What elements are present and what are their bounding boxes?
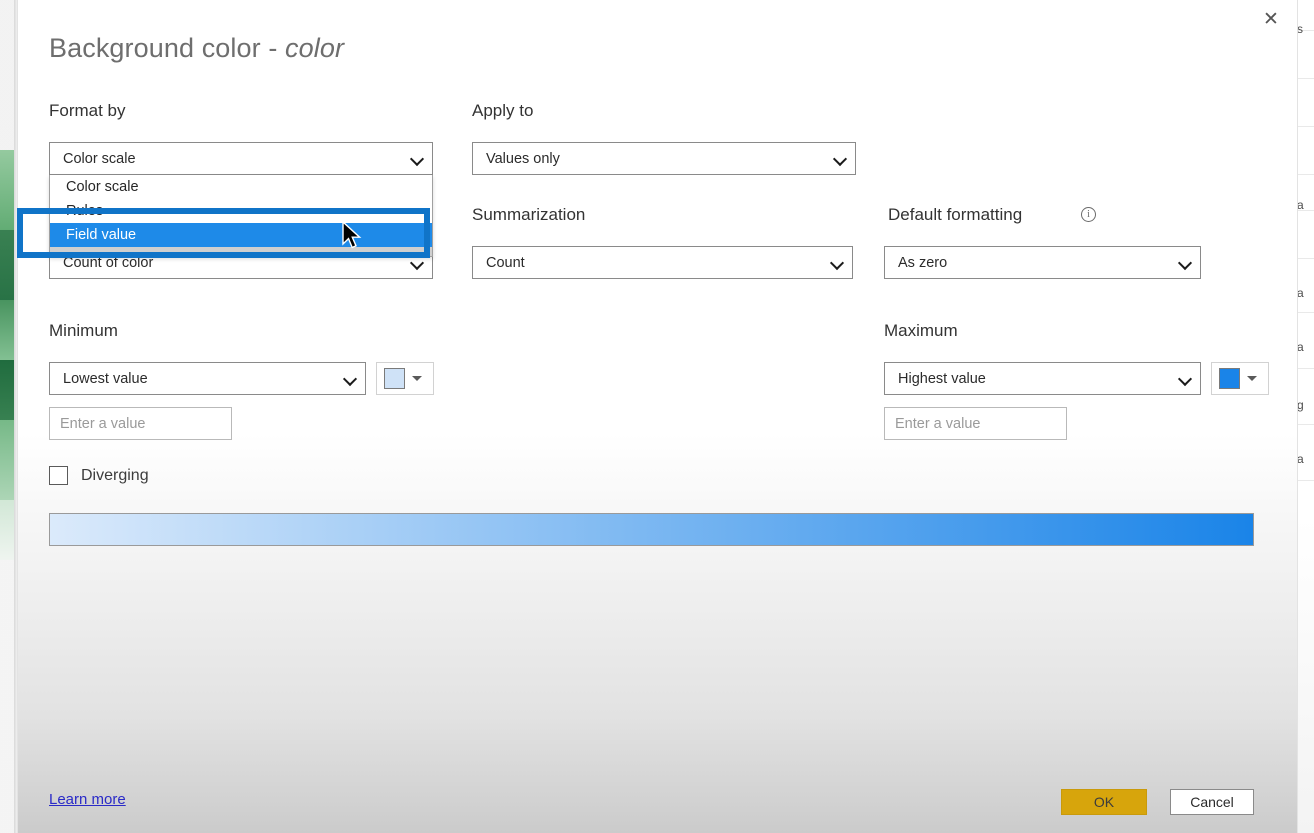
format-by-dropdown-list[interactable]: Color scale Rules Field value: [49, 175, 433, 257]
chevron-down-icon: [1179, 373, 1191, 385]
maximum-label: Maximum: [884, 321, 958, 340]
format-by-select-value: Color scale: [63, 150, 136, 167]
minimum-color-picker[interactable]: [376, 362, 434, 395]
page-title: Background color - color: [49, 33, 344, 64]
chevron-down-icon: [411, 153, 423, 165]
minimum-value-input[interactable]: [49, 407, 232, 440]
chevron-down-icon: [344, 373, 356, 385]
chevron-down-icon: [831, 257, 843, 269]
background-text-fragment: a: [1297, 286, 1304, 300]
dialog-title-text: Background color -: [49, 33, 286, 63]
background-text-fragment: g: [1297, 398, 1304, 412]
background-color-dialog: ✕ Background color - color Format by Col…: [17, 0, 1298, 833]
chevron-down-icon: [412, 376, 422, 381]
checkbox-box-icon: [49, 466, 68, 485]
background-green-visual: [0, 0, 14, 833]
apply-to-select-value: Values only: [486, 150, 560, 167]
background-text-fragment: a: [1297, 198, 1304, 212]
chevron-down-icon: [1247, 376, 1257, 381]
default-formatting-label: Default formatting: [888, 205, 1023, 224]
background-text-fragment: a: [1297, 452, 1304, 466]
chevron-down-icon: [834, 153, 846, 165]
maximum-select-value: Highest value: [898, 370, 986, 387]
chevron-down-icon: [411, 257, 423, 269]
background-text-fragment: a: [1297, 340, 1304, 354]
minimum-select[interactable]: Lowest value: [49, 362, 366, 395]
color-gradient-preview: [49, 513, 1254, 546]
diverging-checkbox[interactable]: Diverging: [49, 466, 149, 485]
cancel-button[interactable]: Cancel: [1170, 789, 1254, 815]
maximum-color-picker[interactable]: [1211, 362, 1269, 395]
minimum-color-swatch: [384, 368, 405, 389]
maximum-select[interactable]: Highest value: [884, 362, 1201, 395]
learn-more-link[interactable]: Learn more: [49, 791, 126, 808]
dropdown-scrollbar[interactable]: [50, 247, 432, 256]
dropdown-option-rules[interactable]: Rules: [50, 199, 432, 223]
minimum-select-value: Lowest value: [63, 370, 148, 387]
maximum-value-input[interactable]: [884, 407, 1067, 440]
close-icon[interactable]: ✕: [1253, 2, 1289, 36]
diverging-label: Diverging: [81, 466, 149, 484]
apply-to-label: Apply to: [472, 101, 534, 120]
default-formatting-select[interactable]: As zero: [884, 246, 1201, 279]
ok-button[interactable]: OK: [1061, 789, 1147, 815]
dialog-title-field: color: [285, 33, 345, 63]
summarization-select-value: Count: [486, 254, 525, 271]
format-by-label: Format by: [49, 101, 126, 120]
chevron-down-icon: [1179, 257, 1191, 269]
format-by-select[interactable]: Color scale: [49, 142, 433, 175]
summarization-label: Summarization: [472, 205, 586, 224]
apply-to-select[interactable]: Values only: [472, 142, 856, 175]
summarization-select[interactable]: Count: [472, 246, 853, 279]
minimum-label: Minimum: [49, 321, 118, 340]
dropdown-option-field-value[interactable]: Field value: [50, 223, 432, 247]
dropdown-option-color-scale[interactable]: Color scale: [50, 175, 432, 199]
maximum-color-swatch: [1219, 368, 1240, 389]
default-formatting-select-value: As zero: [898, 254, 948, 271]
info-icon[interactable]: i: [1081, 207, 1096, 222]
